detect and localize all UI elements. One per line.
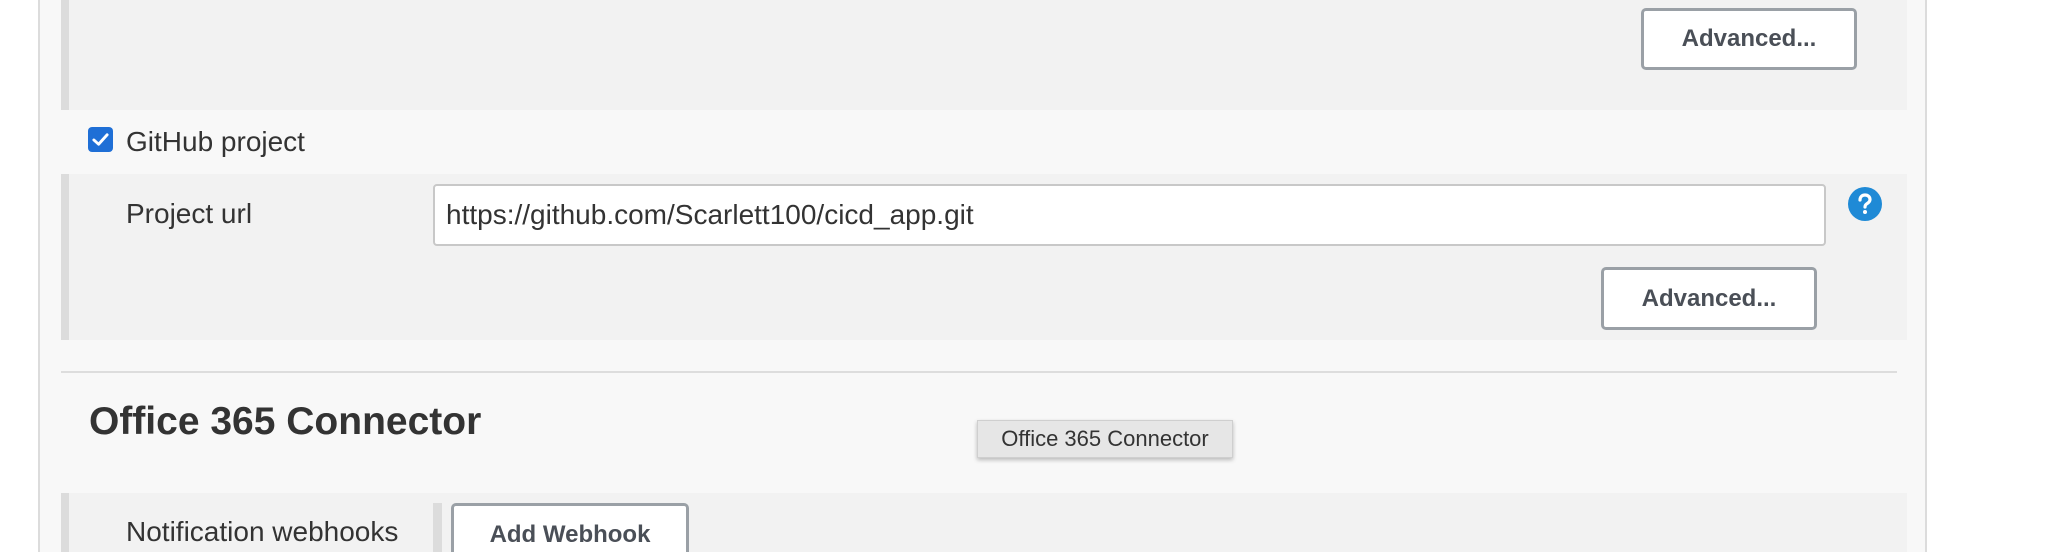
webhook-separator xyxy=(433,503,442,552)
notification-webhooks-label: Notification webhooks xyxy=(126,516,399,547)
help-icon[interactable] xyxy=(1848,187,1882,221)
advanced-button-top[interactable]: Advanced... xyxy=(1641,8,1857,70)
section-divider xyxy=(61,371,1897,373)
advanced-button-github[interactable]: Advanced... xyxy=(1601,267,1817,330)
add-webhook-button[interactable]: Add Webhook xyxy=(451,503,689,552)
question-mark-glyph xyxy=(1858,193,1872,214)
github-project-checkbox[interactable] xyxy=(88,127,113,152)
github-project-row xyxy=(61,110,1907,174)
project-url-label: Project url xyxy=(126,198,253,229)
project-url-input[interactable]: https://github.com/Scarlett100/cicd_app.… xyxy=(433,184,1826,246)
github-project-label: GitHub project xyxy=(126,126,305,157)
office365-section-title: Office 365 Connector xyxy=(89,400,482,443)
tooltip: Office 365 Connector xyxy=(977,420,1233,458)
config-page: Advanced... GitHub project Project url h… xyxy=(0,0,2056,552)
top-advanced-section xyxy=(61,0,1907,110)
check-icon xyxy=(92,133,109,146)
